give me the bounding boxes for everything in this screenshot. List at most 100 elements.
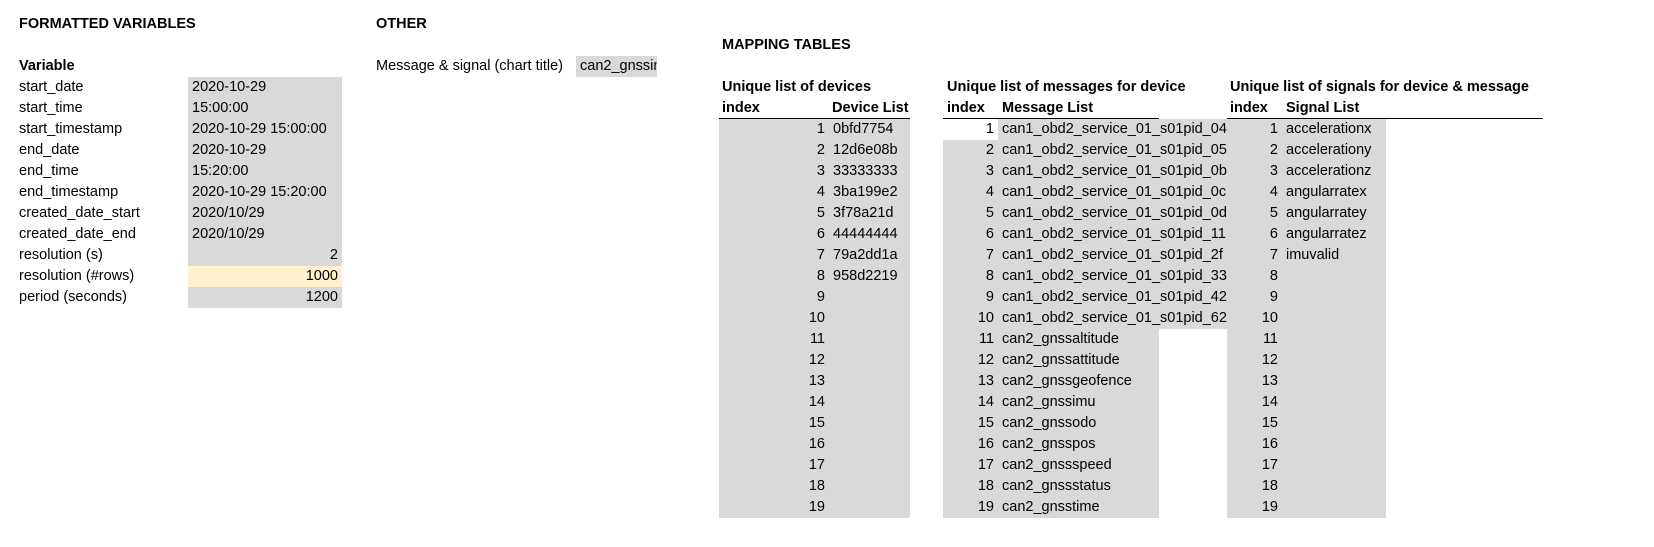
variable-name: start_date	[19, 79, 84, 95]
variable-value-cell[interactable]: 2020-10-29	[188, 77, 342, 98]
message-list-cell[interactable]: can2_gnssimu	[998, 392, 1159, 413]
device-list-cell[interactable]: 958d2219	[829, 266, 910, 287]
message-index-cell: 9	[943, 287, 998, 308]
message-index-cell: 2	[943, 140, 998, 161]
signal-list-cell[interactable]	[1282, 413, 1386, 434]
variable-value-cell[interactable]: 2020-10-29 15:00:00	[188, 119, 342, 140]
device-index-cell: 8	[719, 266, 829, 287]
device-list-cell[interactable]	[829, 455, 910, 476]
message-list-cell[interactable]: can1_obd2_service_01_s01pid_04	[998, 119, 1227, 140]
variable-name: resolution (s)	[19, 247, 103, 263]
device-list-cell[interactable]: 33333333	[829, 161, 910, 182]
device-list-cell[interactable]	[829, 329, 910, 350]
variable-value-cell[interactable]: 2020/10/29	[188, 224, 342, 245]
device-index-cell: 5	[719, 203, 829, 224]
signal-index-cell: 12	[1227, 350, 1282, 371]
signal-list-cell[interactable]: angularratez	[1282, 224, 1386, 245]
device-list-cell[interactable]: 3ba199e2	[829, 182, 910, 203]
message-list-cell[interactable]: can1_obd2_service_01_s01pid_0b	[998, 161, 1227, 182]
message-index-cell: 8	[943, 266, 998, 287]
device-list-cell[interactable]: 79a2dd1a	[829, 245, 910, 266]
variable-value-cell[interactable]: 2020-10-29	[188, 140, 342, 161]
variable-value-cell[interactable]: 2	[188, 245, 342, 266]
message-index-cell: 10	[943, 308, 998, 329]
message-list-cell[interactable]: can2_gnsspos	[998, 434, 1159, 455]
device-index-cell: 17	[719, 455, 829, 476]
chart-title-value-cell[interactable]: can2_gnssimu	[576, 56, 657, 77]
device-list-cell[interactable]: 0bfd7754	[829, 119, 910, 140]
variable-value-cell[interactable]: 15:00:00	[188, 98, 342, 119]
signal-list-cell[interactable]	[1282, 434, 1386, 455]
device-list-cell[interactable]	[829, 350, 910, 371]
signal-list-cell[interactable]: accelerationx	[1282, 119, 1386, 140]
devices-table-title: Unique list of devices	[722, 79, 872, 95]
signal-list-cell[interactable]	[1282, 287, 1386, 308]
message-list-cell[interactable]: can1_obd2_service_01_s01pid_33	[998, 266, 1227, 287]
signal-list-cell[interactable]: imuvalid	[1282, 245, 1386, 266]
signal-list-cell[interactable]: accelerationy	[1282, 140, 1386, 161]
message-list-cell[interactable]: can1_obd2_service_01_s01pid_62	[998, 308, 1227, 329]
device-list-cell[interactable]	[829, 476, 910, 497]
variable-value-cell[interactable]: 1200	[188, 287, 342, 308]
signal-index-cell: 18	[1227, 476, 1282, 497]
signal-list-cell[interactable]	[1282, 476, 1386, 497]
variable-value-cell[interactable]: 2020-10-29 15:20:00	[188, 182, 342, 203]
device-list-cell[interactable]	[829, 371, 910, 392]
mapping-tables-title: MAPPING TABLES	[722, 37, 851, 53]
signal-list-cell[interactable]: accelerationz	[1282, 161, 1386, 182]
device-list-cell[interactable]: 44444444	[829, 224, 910, 245]
variable-value-cell[interactable]: 15:20:00	[188, 161, 342, 182]
message-list-cell[interactable]: can1_obd2_service_01_s01pid_0c	[998, 182, 1227, 203]
message-list-cell[interactable]: can2_gnssstatus	[998, 476, 1159, 497]
message-index-cell: 15	[943, 413, 998, 434]
message-index-cell: 16	[943, 434, 998, 455]
messages-index-header: index	[947, 100, 985, 116]
signal-list-cell[interactable]: angularratex	[1282, 182, 1386, 203]
message-list-cell[interactable]: can1_obd2_service_01_s01pid_42	[998, 287, 1227, 308]
signals-list-header: Signal List	[1286, 100, 1360, 116]
device-index-cell: 13	[719, 371, 829, 392]
signal-list-cell[interactable]	[1282, 350, 1386, 371]
device-list-cell[interactable]	[829, 434, 910, 455]
message-list-cell[interactable]: can1_obd2_service_01_s01pid_0d	[998, 203, 1227, 224]
messages-table-title: Unique list of messages for device	[947, 79, 1186, 95]
signal-index-cell: 11	[1227, 329, 1282, 350]
variable-value-cell[interactable]: 1000	[188, 266, 342, 287]
signal-index-cell: 13	[1227, 371, 1282, 392]
device-list-cell[interactable]	[829, 287, 910, 308]
variable-value-cell[interactable]: 2020/10/29	[188, 203, 342, 224]
device-index-cell: 2	[719, 140, 829, 161]
device-index-cell: 9	[719, 287, 829, 308]
message-list-cell[interactable]: can1_obd2_service_01_s01pid_11	[998, 224, 1227, 245]
signal-list-cell[interactable]	[1282, 266, 1386, 287]
signal-index-cell: 6	[1227, 224, 1282, 245]
device-list-cell[interactable]	[829, 497, 910, 518]
signal-list-cell[interactable]	[1282, 371, 1386, 392]
message-list-cell[interactable]: can1_obd2_service_01_s01pid_05	[998, 140, 1227, 161]
signal-list-cell[interactable]: angularratey	[1282, 203, 1386, 224]
signal-index-cell: 3	[1227, 161, 1282, 182]
message-index-cell: 3	[943, 161, 998, 182]
device-list-cell[interactable]	[829, 413, 910, 434]
message-list-cell[interactable]: can1_obd2_service_01_s01pid_2f	[998, 245, 1227, 266]
device-index-cell: 18	[719, 476, 829, 497]
signal-list-cell[interactable]	[1282, 392, 1386, 413]
message-list-cell[interactable]: can2_gnssgeofence	[998, 371, 1159, 392]
message-list-cell[interactable]: can2_gnssattitude	[998, 350, 1159, 371]
message-index-cell: 13	[943, 371, 998, 392]
device-list-cell[interactable]: 12d6e08b	[829, 140, 910, 161]
device-list-cell[interactable]	[829, 392, 910, 413]
message-list-cell[interactable]: can2_gnsstime	[998, 497, 1159, 518]
message-list-cell[interactable]: can2_gnssodo	[998, 413, 1159, 434]
variable-name: created_date_start	[19, 205, 140, 221]
device-list-cell[interactable]	[829, 308, 910, 329]
signal-list-cell[interactable]	[1282, 497, 1386, 518]
signal-list-cell[interactable]	[1282, 308, 1386, 329]
message-list-cell[interactable]: can2_gnssspeed	[998, 455, 1159, 476]
message-index-cell: 18	[943, 476, 998, 497]
signal-list-cell[interactable]	[1282, 455, 1386, 476]
message-list-cell[interactable]: can2_gnssaltitude	[998, 329, 1159, 350]
message-index-cell: 5	[943, 203, 998, 224]
device-list-cell[interactable]: 3f78a21d	[829, 203, 910, 224]
signal-list-cell[interactable]	[1282, 329, 1386, 350]
